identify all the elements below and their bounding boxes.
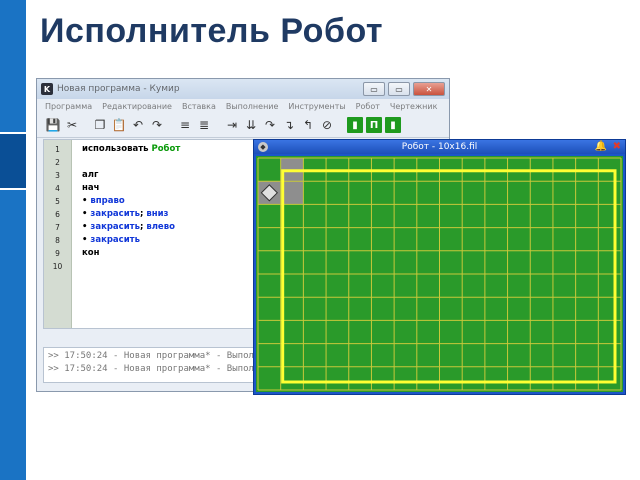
code-token: закрасить <box>90 235 140 245</box>
redo-icon[interactable]: ↷ <box>149 117 165 133</box>
robot-window-title: Робот - 10x16.fil <box>401 142 478 152</box>
run-steps-icon[interactable]: ⇊ <box>243 117 259 133</box>
robot-control-icon[interactable]: ▮ <box>385 117 401 133</box>
toolbar: 💾 ✂ ❐ 📋 ↶ ↷ ≡ ≣ ⇥ ⇊ ↷ ↴ ↰ ⊘ ▮ П ▮ <box>37 113 449 138</box>
kumir-titlebar: K Новая программа - Кумир ▭ ▭ ✕ <box>37 79 449 99</box>
code-token: закрасить <box>90 209 140 219</box>
code-token: влево <box>146 222 175 232</box>
code-token: алг <box>82 170 99 180</box>
maximize-button[interactable]: ▭ <box>388 82 410 96</box>
toolbar-separator <box>215 117 221 133</box>
step-over-icon[interactable]: ↷ <box>262 117 278 133</box>
save-icon[interactable]: 💾 <box>45 117 61 133</box>
uncomment-icon[interactable]: ≣ <box>196 117 212 133</box>
robot-field <box>256 156 623 392</box>
robot-window: ◆ Робот - 10x16.fil 🔔 ✖ <box>253 139 626 395</box>
robot-field-grid <box>256 156 623 392</box>
paste-icon[interactable]: 📋 <box>111 117 127 133</box>
cut-icon[interactable]: ✂ <box>64 117 80 133</box>
bell-icon[interactable]: 🔔 <box>595 141 607 152</box>
code-token: кон <box>82 248 100 258</box>
accent-bar-top <box>0 0 26 132</box>
menu-item-4[interactable]: Инструменты <box>288 102 345 111</box>
accent-bar-middle <box>0 134 26 188</box>
robot-field-icon[interactable]: П <box>366 117 382 133</box>
step-out-icon[interactable]: ↰ <box>300 117 316 133</box>
toolbar-separator <box>83 117 89 133</box>
line-number: 9 <box>55 249 60 258</box>
line-number-gutter: 1 2 3 4 5 6 7 8 9 10 <box>44 140 72 328</box>
close-button[interactable]: ✕ <box>413 82 445 96</box>
accent-bar-bottom <box>0 190 26 480</box>
line-number: 5 <box>55 197 60 206</box>
kumir-logo-icon: K <box>41 83 53 95</box>
line-number: 2 <box>55 158 60 167</box>
line-number: 1 <box>55 145 60 154</box>
menu-item-3[interactable]: Выполнение <box>226 102 279 111</box>
undo-icon[interactable]: ↶ <box>130 117 146 133</box>
minimize-button[interactable]: ▭ <box>363 82 385 96</box>
code-token: закрасить <box>90 222 140 232</box>
line-number: 8 <box>55 236 60 245</box>
stop-icon[interactable]: ⊘ <box>319 117 335 133</box>
robot-window-icon[interactable]: ▮ <box>347 117 363 133</box>
menu-item-2[interactable]: Вставка <box>182 102 216 111</box>
menu-item-0[interactable]: Программа <box>45 102 92 111</box>
code-token: вправо <box>90 196 125 206</box>
line-number: 7 <box>55 223 60 232</box>
menu-item-6[interactable]: Чертежник <box>390 102 438 111</box>
line-number: 10 <box>52 262 63 271</box>
code-token: использовать <box>82 144 152 154</box>
line-number: 6 <box>55 210 60 219</box>
copy-icon[interactable]: ❐ <box>92 117 108 133</box>
toolbar-separator <box>168 117 174 133</box>
code-token: вниз <box>146 209 169 219</box>
robot-window-menu-icon[interactable]: ◆ <box>258 142 268 152</box>
line-number: 3 <box>55 171 60 180</box>
kumir-window-title: Новая программа - Кумир <box>57 84 180 94</box>
menu-item-1[interactable]: Редактирование <box>102 102 172 111</box>
menu-bar: Программа Редактирование Вставка Выполнение… <box>37 99 449 113</box>
slide-title: Исполнитель Робот <box>40 12 384 50</box>
robot-titlebar: ◆ Робот - 10x16.fil 🔔 ✖ <box>254 140 625 154</box>
toolbar-separator <box>338 117 344 133</box>
menu-item-5[interactable]: Робот <box>356 102 380 111</box>
line-number: 4 <box>55 184 60 193</box>
run-icon[interactable]: ⇥ <box>224 117 240 133</box>
step-into-icon[interactable]: ↴ <box>281 117 297 133</box>
close-icon[interactable]: ✖ <box>613 141 621 152</box>
code-token: Робот <box>151 144 181 154</box>
comment-icon[interactable]: ≡ <box>177 117 193 133</box>
code-token: нач <box>82 183 100 193</box>
